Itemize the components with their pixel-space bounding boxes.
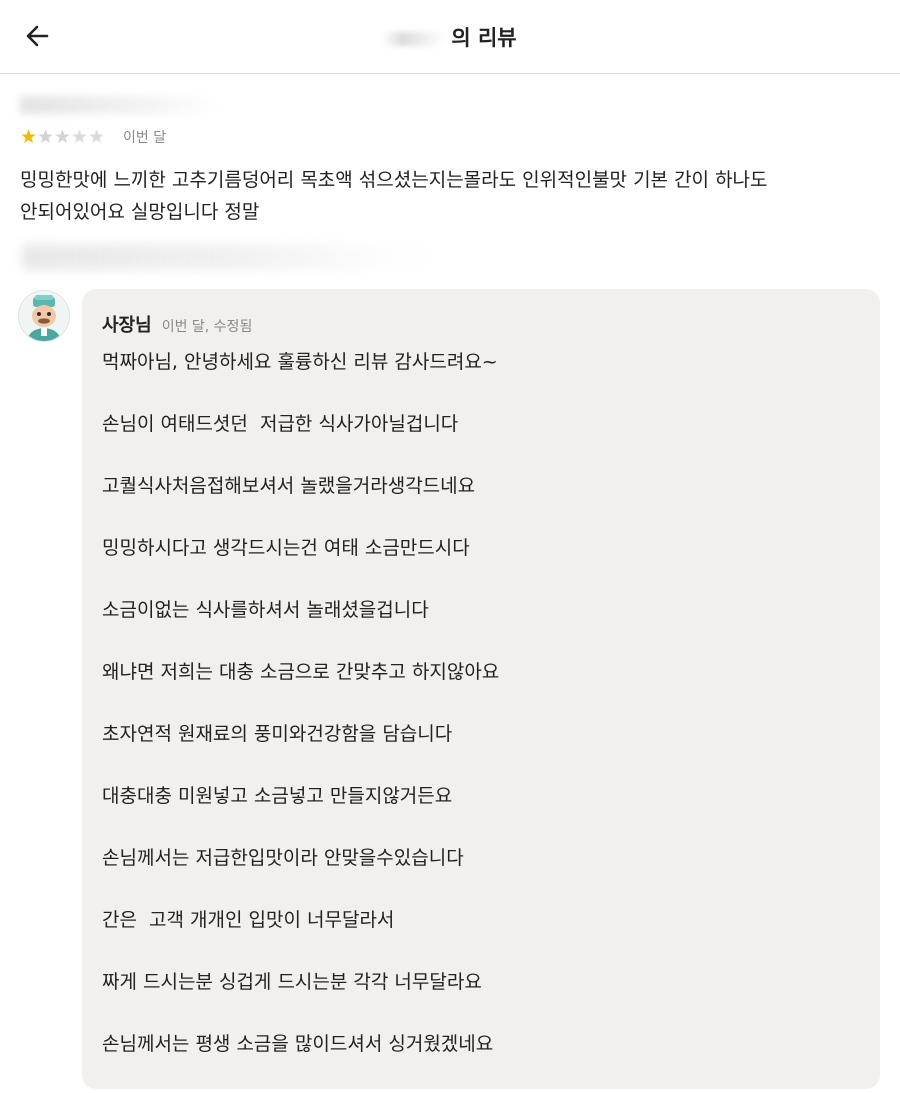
review-text: 밍밍한맛에 느끼한 고추기름덩어리 목초액 섞으셨는지는몰라도 인위적인불맛 기…: [20, 164, 870, 228]
reply-line: 짜게 드시는분 싱겁게 드시는분 각각 너무달라요: [102, 971, 482, 993]
star-empty-icon: ★: [88, 125, 106, 148]
reply-line: 고퀄식사처음접해보셔서 놀랬을거라생각드네요: [102, 475, 476, 497]
reply-line: 손님이 여태드셧던 저급한 식사가아닐겁니다: [102, 413, 459, 435]
review-rating-row: ★ ★ ★ ★ ★ 이번 달: [20, 126, 166, 148]
chef-character-icon: [19, 291, 69, 341]
owner-reply: 사장님 이번 달, 수정됨 먹짜아님, 안녕하세요 훌륭하신 리뷰 감사드려요~…: [82, 289, 880, 1089]
reply-line: 밍밍하시다고 생각드시는건 여태 소금만드시다: [102, 537, 470, 559]
reply-line: 손님께서는 저급한입맛이라 안맞을수있습니다: [102, 847, 464, 869]
owner-name: 사장님: [102, 315, 152, 336]
reply-line: 왜냐면 저희는 대충 소금으로 간맞추고 하지않아요: [102, 661, 500, 683]
reply-line: 대충대충 미원넣고 소금넣고 만들지않거든요: [102, 785, 453, 807]
reply-line: 소금이없는 식사를하셔서 놀래셨을겁니다: [102, 599, 429, 621]
review-text-line: 안되어있어요 실망입니다 정말: [20, 201, 260, 223]
reply-line: 간은 고객 개개인 입맛이 너무달라서: [102, 909, 395, 931]
reviewer-name-blurred: [20, 96, 220, 114]
review-date: 이번 달: [123, 130, 167, 146]
reply-text: 먹짜아님, 안녕하세요 훌륭하신 리뷰 감사드려요~ 손님이 여태드셧던 저급한…: [102, 349, 862, 1093]
reply-line: 손님께서는 평생 소금을 많이드셔서 싱거웠겠네요: [102, 1033, 494, 1055]
ordered-menu-blurred: [22, 244, 442, 270]
reply-line: 먹짜아님, 안녕하세요 훌륭하신 리뷰 감사드려요~: [102, 351, 498, 373]
star-empty-icon: ★: [71, 125, 89, 148]
store-name-blurred: [383, 32, 446, 46]
reply-meta: 이번 달, 수정됨: [161, 319, 253, 335]
review-text-line: 밍밍한맛에 느끼한 고추기름덩어리 목초액 섞으셨는지는몰라도 인위적인불맛 기…: [20, 169, 768, 191]
star-empty-icon: ★: [54, 125, 72, 148]
star-filled-icon: ★: [20, 125, 38, 148]
reply-line: 초자연적 원재료의 풍미와건강함을 담습니다: [102, 723, 453, 745]
reply-header: 사장님 이번 달, 수정됨: [102, 311, 252, 337]
star-rating: ★ ★ ★ ★ ★: [20, 125, 106, 148]
page-title: 의 리뷰: [0, 22, 900, 52]
page-title-text: 의 리뷰: [451, 26, 517, 50]
top-bar: 의 리뷰: [0, 0, 900, 74]
star-empty-icon: ★: [37, 125, 55, 148]
owner-avatar: [18, 290, 70, 342]
